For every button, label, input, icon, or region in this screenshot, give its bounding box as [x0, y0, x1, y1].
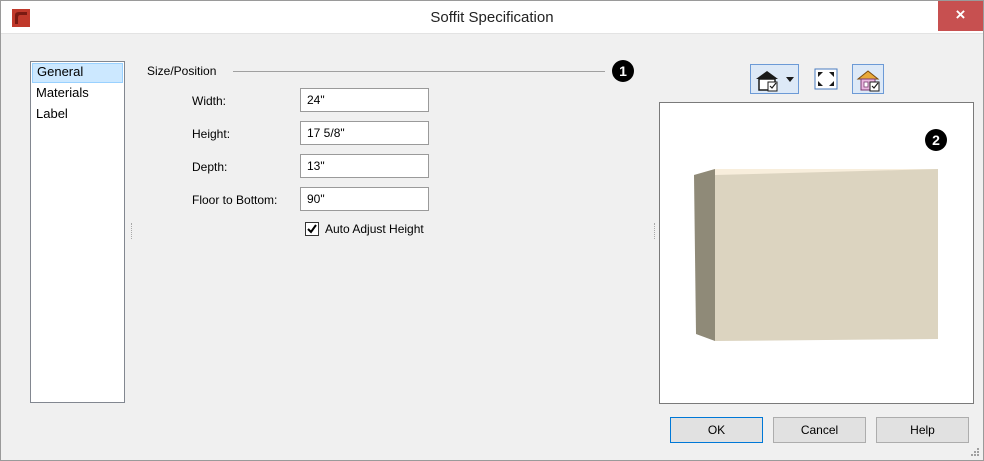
section-divider	[233, 71, 605, 72]
floor-to-bottom-label: Floor to Bottom:	[192, 193, 278, 207]
width-label: Width:	[192, 94, 227, 108]
box-side-face	[694, 169, 715, 341]
title-bar: Soffit Specification ×	[1, 1, 983, 34]
floor-to-bottom-input[interactable]	[300, 187, 429, 211]
nav-item-label[interactable]: Label	[32, 105, 123, 125]
nav-item-general[interactable]: General	[32, 63, 123, 83]
3d-preview-pane[interactable]: 2	[659, 102, 974, 404]
soffit-3d-box	[694, 169, 938, 341]
resize-grip-icon[interactable]	[970, 447, 980, 457]
ok-button[interactable]: OK	[670, 417, 763, 443]
camera-view-icon	[756, 71, 778, 92]
panel-splitter-left[interactable]	[131, 223, 133, 239]
depth-input[interactable]	[300, 154, 429, 178]
panel-splitter-right[interactable]	[654, 223, 656, 239]
auto-adjust-height-checkbox[interactable]	[305, 222, 319, 236]
help-button[interactable]: Help	[876, 417, 969, 443]
callout-marker-1: 1	[612, 60, 634, 82]
soffit-specification-dialog: Soffit Specification × General Materials…	[0, 0, 984, 461]
depth-label: Depth:	[192, 160, 228, 174]
auto-adjust-height-label: Auto Adjust Height	[325, 222, 424, 236]
close-button[interactable]: ×	[938, 1, 983, 31]
show-room-icon	[856, 70, 880, 92]
fill-window-button[interactable]	[813, 64, 839, 94]
nav-item-materials[interactable]: Materials	[32, 84, 123, 104]
checkmark-icon	[307, 224, 317, 234]
close-icon: ×	[955, 5, 966, 24]
width-input[interactable]	[300, 88, 429, 112]
fill-window-icon	[814, 68, 838, 90]
height-input[interactable]	[300, 121, 429, 145]
section-title-size-position: Size/Position	[147, 64, 217, 78]
window-title: Soffit Specification	[430, 9, 554, 26]
box-front-face	[715, 169, 938, 341]
height-label: Height:	[192, 127, 231, 141]
cancel-button[interactable]: Cancel	[773, 417, 866, 443]
chevron-down-icon	[786, 77, 794, 82]
camera-view-dropdown-button[interactable]	[750, 64, 799, 94]
category-list[interactable]: General Materials Label	[30, 61, 125, 403]
show-room-button[interactable]	[852, 64, 884, 94]
